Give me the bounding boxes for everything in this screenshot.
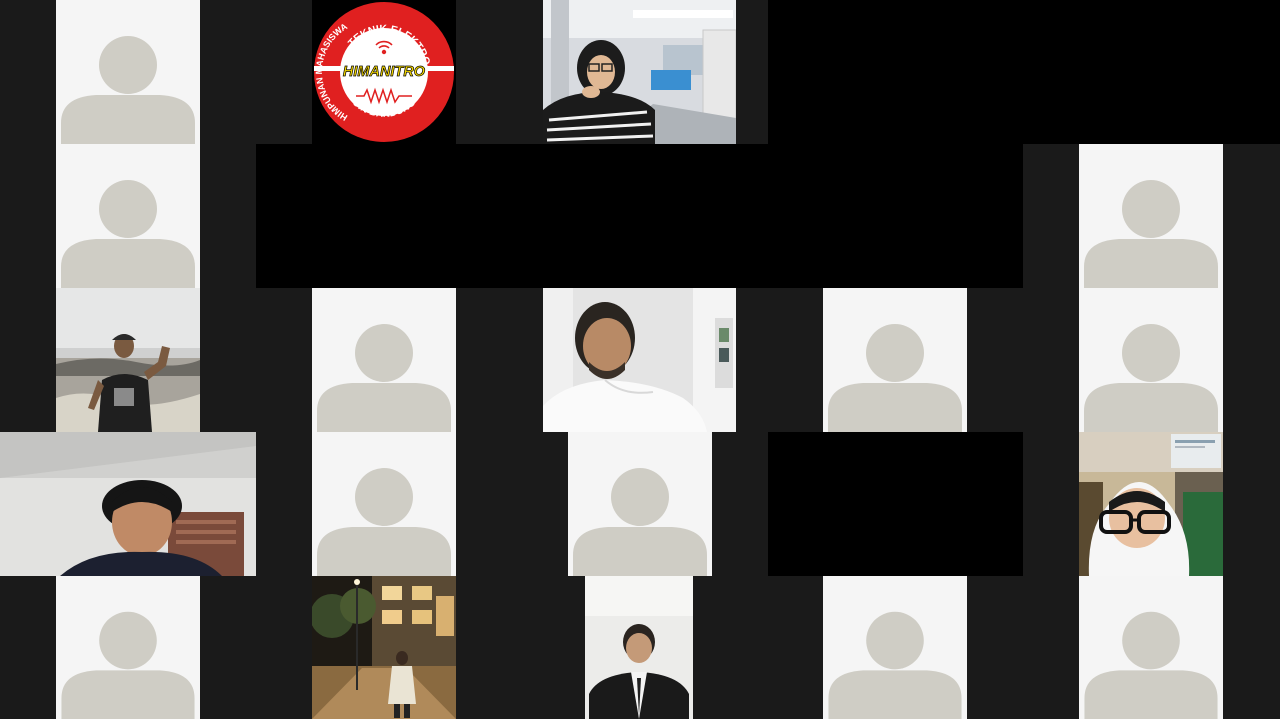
participant-tile[interactable] [1079, 144, 1223, 288]
participant-video[interactable] [0, 432, 256, 576]
default-avatar-icon [317, 324, 451, 432]
participant-tile[interactable] [1079, 576, 1223, 719]
empty-video-region [768, 432, 1023, 576]
participant-tile[interactable] [568, 432, 712, 576]
default-avatar-icon [61, 180, 195, 288]
participant-video[interactable] [585, 576, 693, 719]
participant-tile[interactable] [312, 432, 456, 576]
empty-video-region [768, 0, 1280, 144]
participant-tile[interactable] [312, 288, 456, 432]
participant-tile[interactable] [823, 576, 967, 719]
participant-video-feed [543, 0, 736, 144]
participant-tile[interactable] [823, 288, 967, 432]
default-avatar-icon [828, 611, 962, 719]
default-avatar-icon [317, 468, 451, 576]
default-avatar-icon [61, 36, 195, 144]
default-avatar-icon [61, 611, 195, 719]
participant-video-feed [585, 576, 693, 719]
default-avatar-icon [1084, 324, 1218, 432]
default-avatar-icon [573, 468, 707, 576]
participant-tile[interactable] [56, 576, 200, 719]
participant-video[interactable] [543, 288, 736, 432]
default-avatar-icon [1084, 180, 1218, 288]
default-avatar-icon [828, 324, 962, 432]
participant-video[interactable] [312, 576, 456, 719]
empty-video-region [256, 144, 1023, 288]
participant-tile[interactable] [56, 0, 200, 144]
participant-video-feed [543, 288, 736, 432]
participant-video[interactable] [543, 0, 736, 144]
participant-tile[interactable] [56, 144, 200, 288]
himanitro-logo: TEKNIK ELEKTRO HIMPUNAN MAHASISWA UIN BA… [314, 2, 454, 142]
participant-video-feed [56, 288, 200, 432]
participant-video-feed [0, 432, 256, 576]
participant-tile[interactable] [1079, 288, 1223, 432]
participant-video[interactable] [56, 288, 200, 432]
participant-video-feed [1079, 432, 1223, 576]
participant-tile[interactable]: TEKNIK ELEKTRO HIMPUNAN MAHASISWA UIN BA… [312, 0, 456, 144]
default-avatar-icon [1084, 611, 1218, 719]
participant-video-feed [312, 576, 456, 719]
logo-center-text: HIMANITRO [343, 64, 426, 80]
participant-video[interactable] [1079, 432, 1223, 576]
